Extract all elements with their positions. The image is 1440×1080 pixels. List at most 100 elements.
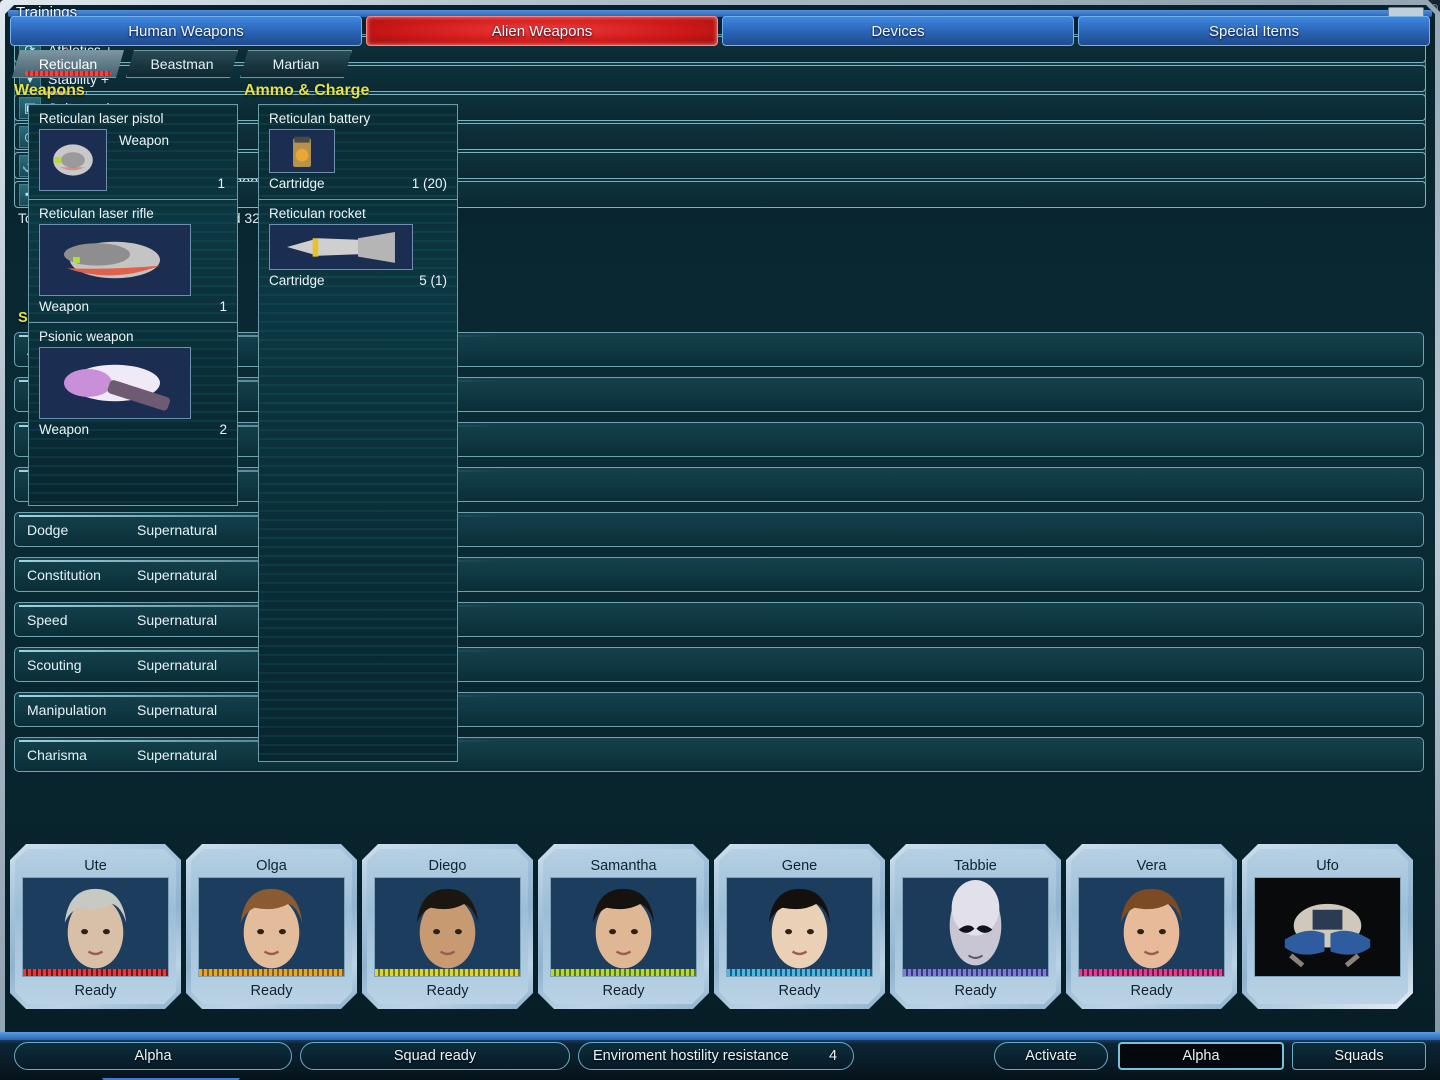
skill-row[interactable]: Speed Supernatural [14, 602, 1424, 637]
squad-member-status: Ready [714, 983, 885, 999]
bottom-bar-accent [0, 1032, 1440, 1040]
item-thumbnail [269, 129, 335, 173]
health-bar [199, 969, 344, 976]
skill-name: Manipulation [27, 702, 106, 718]
squad-member-name: Tabbie [890, 858, 1061, 874]
item-type: Weapon [119, 133, 169, 148]
health-bar [903, 969, 1048, 976]
skill-value: Supernatural [137, 567, 217, 583]
squad-member-name: Diego [362, 858, 533, 874]
inventory-tab-special-items[interactable]: Special Items [1078, 16, 1430, 46]
health-bar [1079, 969, 1224, 976]
skill-value: Supernatural [137, 702, 217, 718]
inventory-item[interactable]: Reticulan batteryCartridge1 (20) [259, 105, 457, 200]
inventory-item[interactable]: Reticulan laser rifleWeapon1 [29, 200, 237, 323]
selected-squad-field[interactable]: Alpha [1118, 1042, 1284, 1070]
ammo-list: Reticulan batteryCartridge1 (20)Reticula… [258, 104, 458, 762]
inventory-tab-devices[interactable]: Devices [722, 16, 1074, 46]
item-count: 1 [217, 176, 225, 191]
bottom-status-bar: Alpha Squad ready Enviroment hostility r… [0, 1032, 1440, 1080]
race-tab-beastman[interactable]: Beastman [126, 50, 238, 78]
hostility-resistance-label: Enviroment hostility resistance [593, 1048, 789, 1064]
hostility-resistance-value: 4 [829, 1048, 837, 1064]
inventory-tab-alien-weapons[interactable]: Alien Weapons [366, 16, 718, 46]
weapons-section-header: Weapons [14, 82, 85, 100]
squad-member-status: Ready [538, 983, 709, 999]
inventory-item[interactable]: Reticulan rocketCartridge5 (1) [259, 200, 457, 296]
inventory-item[interactable]: Psionic weapon Weapon 2 [29, 323, 237, 445]
inventory-main-tabs: Human WeaponsAlien WeaponsDevicesSpecial… [10, 16, 1430, 46]
squad-member-portrait [22, 877, 169, 977]
squad-member-card[interactable]: Gene Ready [714, 844, 885, 1009]
squad-member-portrait [1078, 877, 1225, 977]
squads-button[interactable]: Squads [1292, 1042, 1426, 1070]
skill-value: Supernatural [137, 612, 217, 628]
item-thumbnail [269, 224, 413, 270]
squad-member-status: Ready [1066, 983, 1237, 999]
hostility-resistance-field[interactable]: Enviroment hostility resistance 4 [578, 1042, 854, 1070]
skill-value: Supernatural [137, 747, 217, 763]
skill-row[interactable]: Constitution Supernatural [14, 557, 1424, 592]
squad-member-portrait [198, 877, 345, 977]
squad-member-name: Vera [1066, 858, 1237, 874]
item-thumbnail [39, 129, 107, 191]
squad-portrait-bar: Ute Ready Olga Ready Diego Ready Samantha Ready… [10, 844, 1430, 1014]
squad-member-card[interactable]: Samantha Ready [538, 844, 709, 1009]
squad-member-portrait [902, 877, 1049, 977]
skill-row[interactable]: DodgeSupernatural [14, 512, 1424, 547]
health-bar [727, 969, 872, 976]
squad-member-name: Samantha [538, 858, 709, 874]
squad-member-status: Ready [10, 983, 181, 999]
item-count: 2 [219, 422, 227, 437]
squad-member-name: Ute [10, 858, 181, 874]
ammo-section-header: Ammo & Charge [244, 82, 369, 100]
squad-member-status: Ready [362, 983, 533, 999]
item-name: Reticulan battery [269, 111, 447, 126]
weapons-list: Reticulan laser pistolWeapon1Reticulan l… [28, 104, 238, 506]
squad-member-card[interactable]: Ufo [1242, 844, 1413, 1009]
inventory-item[interactable]: Reticulan laser pistol Weapon 1 [29, 105, 237, 200]
squad-member-card[interactable]: Tabbie Ready [890, 844, 1061, 1009]
squad-member-card[interactable]: Ute Ready [10, 844, 181, 1009]
squad-member-card[interactable]: Vera Ready [1066, 844, 1237, 1009]
skill-name: Charisma [27, 747, 87, 763]
skill-name: Speed [27, 612, 67, 628]
skill-name: Dodge [27, 522, 68, 538]
squad-member-status: Ready [186, 983, 357, 999]
squad-member-name: Ufo [1242, 858, 1413, 874]
item-name: Psionic weapon [39, 329, 227, 344]
item-thumbnail [39, 347, 191, 419]
item-name: Reticulan rocket [269, 206, 447, 221]
race-tab-martian[interactable]: Martian [240, 50, 352, 78]
health-bar [375, 969, 520, 976]
skill-name: Constitution [27, 567, 101, 583]
squad-member-card[interactable]: Olga Ready [186, 844, 357, 1009]
squad-member-name: Olga [186, 858, 357, 874]
squad-member-status: Ready [890, 983, 1061, 999]
item-type: Weapon [39, 299, 89, 314]
inventory-sub-tabs: ReticulanBeastmanMartian [12, 50, 352, 78]
squad-name-field[interactable]: Alpha [14, 1042, 292, 1070]
item-type: Weapon [39, 422, 89, 437]
item-thumbnail [39, 224, 191, 296]
item-name: Reticulan laser pistol [39, 111, 227, 126]
squad-member-portrait [1254, 877, 1401, 977]
race-tab-reticulan[interactable]: Reticulan [12, 50, 124, 78]
inventory-tab-human-weapons[interactable]: Human Weapons [10, 16, 362, 46]
squad-member-card[interactable]: Diego Ready [362, 844, 533, 1009]
squad-member-portrait [726, 877, 873, 977]
skill-row[interactable]: Manipulation Supernatural [14, 692, 1424, 727]
squad-state-field[interactable]: Squad ready [300, 1042, 570, 1070]
squad-member-portrait [550, 877, 697, 977]
health-bar [551, 969, 696, 976]
health-bar [23, 969, 168, 976]
skill-row[interactable]: Charisma Supernatural [14, 737, 1424, 772]
skill-value: Supernatural [137, 657, 217, 673]
item-type: Cartridge [269, 273, 325, 288]
skill-name: Scouting [27, 657, 81, 673]
activate-button[interactable]: Activate [994, 1042, 1108, 1070]
skill-row[interactable]: Scouting Supernatural [14, 647, 1424, 682]
item-count: 1 [219, 299, 227, 314]
squad-member-name: Gene [714, 858, 885, 874]
item-count: 1 (20) [412, 176, 447, 191]
